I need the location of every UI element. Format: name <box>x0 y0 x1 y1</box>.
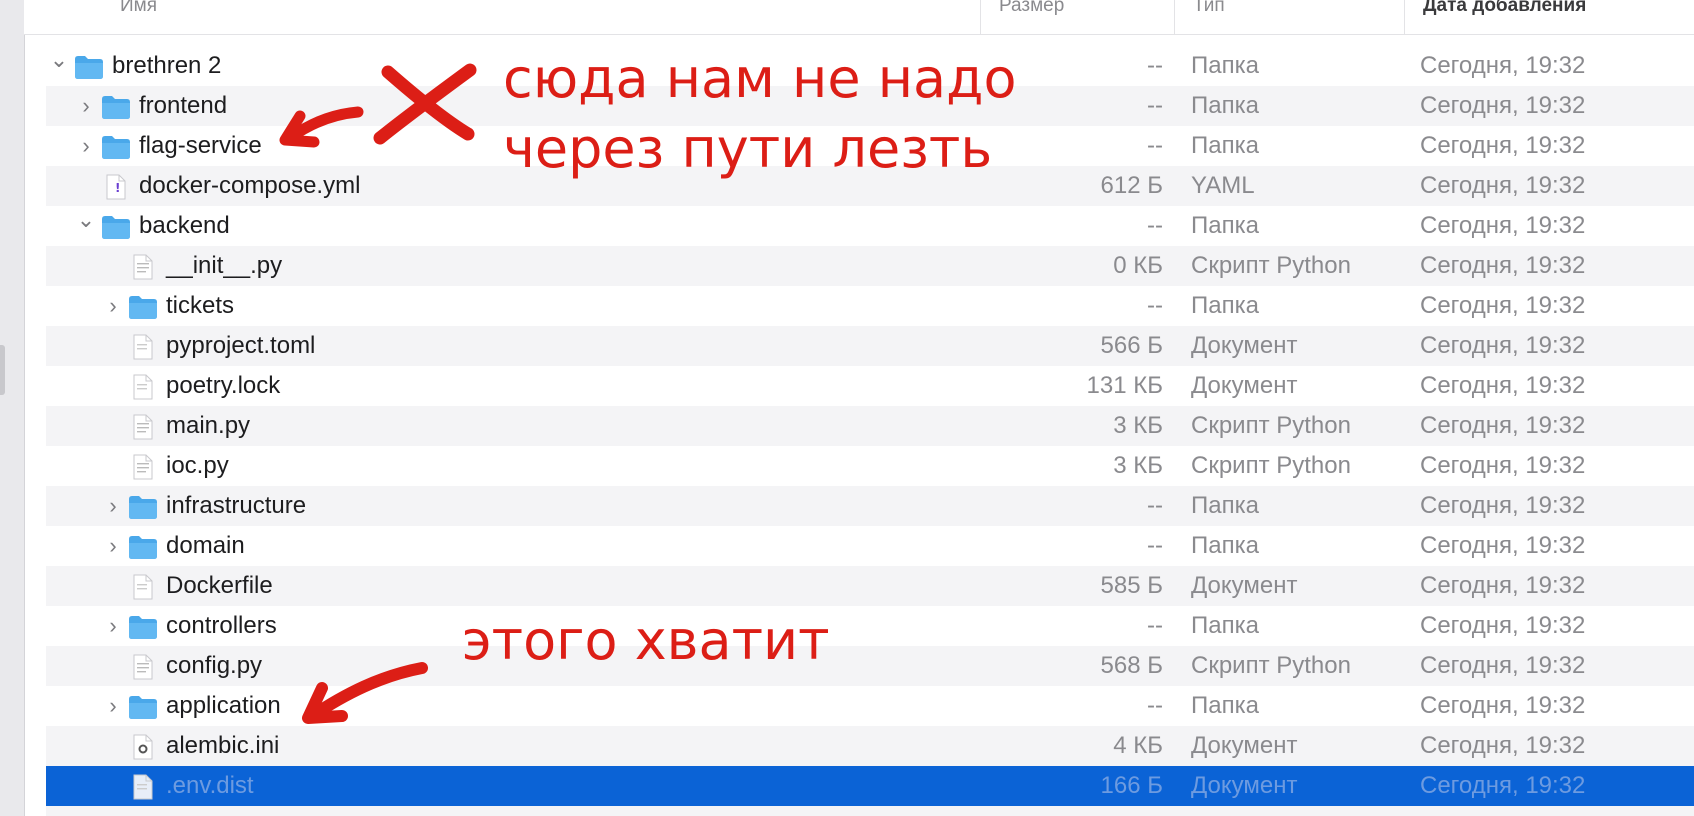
file-kind: Документ <box>1191 372 1298 399</box>
file-kind: Папка <box>1191 292 1259 319</box>
file-kind: Папка <box>1191 532 1259 559</box>
file-kind: Документ <box>1191 732 1298 759</box>
file-date: Сегодня, 19:32 <box>1420 692 1586 719</box>
file-size: 0 КБ <box>1113 252 1163 279</box>
file-kind: YAML <box>1191 172 1255 199</box>
file-kind: Папка <box>1191 492 1259 519</box>
file-kind: Папка <box>1191 92 1259 119</box>
file-size: 166 Б <box>1100 772 1163 799</box>
file-date: Сегодня, 19:32 <box>1420 452 1586 479</box>
file-date: Сегодня, 19:32 <box>1420 492 1586 519</box>
file-row[interactable]: .env.dist 166 Б Документ Сегодня, 19:32 <box>46 766 1694 806</box>
file-kind: Скрипт Python <box>1191 252 1351 279</box>
file-date: Сегодня, 19:32 <box>1420 92 1586 119</box>
file-row[interactable]: Dockerfile 585 Б Документ Сегодня, 19:32 <box>46 566 1694 606</box>
file-date: Сегодня, 19:32 <box>1420 772 1586 799</box>
file-date: Сегодня, 19:32 <box>1420 372 1586 399</box>
file-size: -- <box>1147 212 1163 239</box>
file-size: 585 Б <box>1100 572 1163 599</box>
annotation-note-1-line-1: сюда нам не надо <box>503 47 1017 110</box>
file-date: Сегодня, 19:32 <box>1420 52 1586 79</box>
file-row[interactable]: poetry.lock 131 КБ Документ Сегодня, 19:32 <box>46 366 1694 406</box>
file-size: -- <box>1147 532 1163 559</box>
file-date: Сегодня, 19:32 <box>1420 132 1586 159</box>
file-size: -- <box>1147 692 1163 719</box>
file-kind: Папка <box>1191 612 1259 639</box>
file-row[interactable]: config.py 568 Б Скрипт Python Сегодня, 19:3… <box>46 646 1694 686</box>
file-row[interactable]: pyproject.toml 566 Б Документ Сегодня, 19:3… <box>46 326 1694 366</box>
file-date: Сегодня, 19:32 <box>1420 732 1586 759</box>
file-date: Сегодня, 19:32 <box>1420 412 1586 439</box>
file-row[interactable]: ioc.py 3 КБ Скрипт Python Сегодня, 19:32 <box>46 446 1694 486</box>
sidebar-edge <box>0 0 25 816</box>
file-date: Сегодня, 19:32 <box>1420 252 1586 279</box>
file-kind: Папка <box>1191 692 1259 719</box>
folder-row[interactable]: ⌄ backend -- Папка Сегодня, 19:32 <box>46 206 1694 246</box>
file-date: Сегодня, 19:32 <box>1420 292 1586 319</box>
file-date: Сегодня, 19:32 <box>1420 332 1586 359</box>
folder-row[interactable]: › tickets -- Папка Сегодня, 19:32 <box>46 286 1694 326</box>
file-kind: Папка <box>1191 212 1259 239</box>
file-row[interactable]: __init__.py 0 КБ Скрипт Python Сегодня, 19:… <box>46 246 1694 286</box>
file-size: 566 Б <box>1100 332 1163 359</box>
file-date: Сегодня, 19:32 <box>1420 532 1586 559</box>
file-date: Сегодня, 19:32 <box>1420 212 1586 239</box>
folder-row[interactable]: › infrastructure -- Папка Сегодня, 19:32 <box>46 486 1694 526</box>
file-kind: Документ <box>1191 332 1298 359</box>
file-kind: Скрипт Python <box>1191 652 1351 679</box>
file-row[interactable]: main.py 3 КБ Скрипт Python Сегодня, 19:32 <box>46 406 1694 446</box>
file-kind: Документ <box>1191 772 1298 799</box>
file-date: Сегодня, 19:32 <box>1420 652 1586 679</box>
file-size: -- <box>1147 492 1163 519</box>
file-size: 3 КБ <box>1113 412 1163 439</box>
column-header: Имя Размер Тип Дата добавления <box>24 0 1694 35</box>
partial-row <box>46 806 1694 816</box>
annotation-note-2: этого хватит <box>462 609 830 672</box>
column-date-header[interactable]: Дата добавления <box>1404 0 1586 34</box>
folder-row[interactable]: › domain -- Папка Сегодня, 19:32 <box>46 526 1694 566</box>
file-date: Сегодня, 19:32 <box>1420 172 1586 199</box>
file-size: -- <box>1147 292 1163 319</box>
column-name-header[interactable]: Имя <box>120 0 157 34</box>
file-kind: Папка <box>1191 52 1259 79</box>
file-row[interactable]: alembic.ini 4 КБ Документ Сегодня, 19:32 <box>46 726 1694 766</box>
column-kind-header[interactable]: Тип <box>1174 0 1225 34</box>
annotation-note-1-line-2: через пути лезть <box>503 117 993 180</box>
file-kind: Скрипт Python <box>1191 452 1351 479</box>
file-date: Сегодня, 19:32 <box>1420 572 1586 599</box>
file-size: 3 КБ <box>1113 452 1163 479</box>
file-kind: Скрипт Python <box>1191 412 1351 439</box>
folder-row[interactable]: › controllers -- Папка Сегодня, 19:32 <box>46 606 1694 646</box>
file-kind: Документ <box>1191 572 1298 599</box>
file-kind: Папка <box>1191 132 1259 159</box>
file-size: 4 КБ <box>1113 732 1163 759</box>
folder-row[interactable]: › application -- Папка Сегодня, 19:32 <box>46 686 1694 726</box>
sidebar-resize-handle[interactable] <box>0 345 5 395</box>
file-date: Сегодня, 19:32 <box>1420 612 1586 639</box>
column-size-header[interactable]: Размер <box>980 0 1064 34</box>
file-size: 131 КБ <box>1086 372 1163 399</box>
